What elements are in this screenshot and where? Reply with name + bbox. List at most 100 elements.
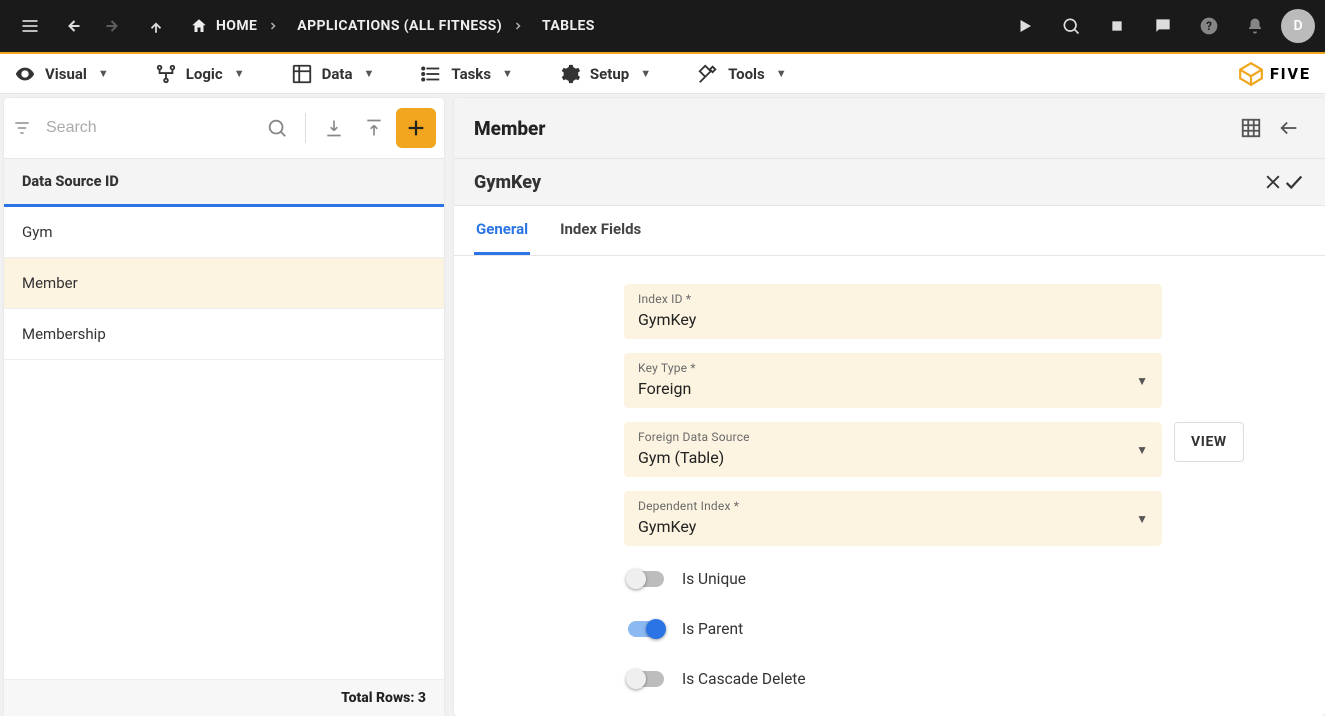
list-item-label: Membership bbox=[22, 325, 106, 343]
menu-visual-label: Visual bbox=[45, 65, 87, 83]
breadcrumb-sep-icon bbox=[267, 20, 287, 32]
menu-data-label: Data bbox=[322, 65, 353, 83]
confirm-check-icon[interactable] bbox=[1283, 171, 1305, 193]
brand-label: FIVE bbox=[1270, 64, 1311, 83]
avatar[interactable]: D bbox=[1281, 9, 1315, 43]
menu-visual[interactable]: Visual ▼ bbox=[14, 63, 109, 85]
foreign-data-source-field[interactable]: Foreign Data Source Gym (Table) ▼ bbox=[624, 422, 1162, 477]
topbar: HOME APPLICATIONS (ALL FITNESS) TABLES ? bbox=[0, 0, 1325, 54]
workzone: Data Source ID Gym Member Membership Tot… bbox=[0, 94, 1325, 716]
divider bbox=[305, 113, 306, 143]
breadcrumb-app[interactable]: APPLICATIONS (ALL FITNESS) bbox=[291, 18, 508, 34]
right-pane: Member GymKey General Index Fie bbox=[454, 98, 1325, 716]
menu-setup[interactable]: Setup ▼ bbox=[559, 63, 651, 85]
key-type-field[interactable]: Key Type * Foreign ▼ bbox=[624, 353, 1162, 408]
menu-setup-label: Setup bbox=[590, 65, 629, 83]
avatar-initial: D bbox=[1293, 18, 1302, 34]
list-header: Data Source ID bbox=[4, 158, 444, 207]
tabs: General Index Fields bbox=[454, 206, 1325, 256]
topbar-right: ? D bbox=[1005, 6, 1315, 46]
search-input[interactable] bbox=[44, 113, 255, 143]
is-parent-row: Is Parent bbox=[626, 610, 1305, 648]
chevron-down-icon: ▼ bbox=[1136, 374, 1148, 388]
stop-icon[interactable] bbox=[1097, 6, 1137, 46]
is-unique-label: Is Unique bbox=[682, 570, 746, 588]
filter-icon[interactable] bbox=[12, 118, 40, 138]
menu-logic[interactable]: Logic ▼ bbox=[155, 63, 245, 85]
list-item[interactable]: Gym bbox=[4, 207, 444, 258]
menu-data[interactable]: Data ▼ bbox=[291, 63, 375, 85]
view-button-label: VIEW bbox=[1191, 434, 1227, 450]
tab-general[interactable]: General bbox=[474, 206, 530, 255]
list-footer: Total Rows: 3 bbox=[4, 679, 444, 716]
field-value: GymKey bbox=[638, 306, 1148, 329]
chevron-down-icon: ▼ bbox=[98, 67, 109, 80]
breadcrumb-sep-icon bbox=[512, 20, 532, 32]
back-icon[interactable] bbox=[52, 6, 92, 46]
up-icon[interactable] bbox=[136, 6, 176, 46]
breadcrumb-home[interactable]: HOME bbox=[184, 17, 263, 35]
is-cascade-toggle[interactable] bbox=[628, 671, 664, 687]
page-subtitle: GymKey bbox=[474, 172, 541, 193]
chevron-down-icon: ▼ bbox=[1136, 443, 1148, 457]
tab-index-fields[interactable]: Index Fields bbox=[558, 206, 643, 255]
breadcrumb-home-label: HOME bbox=[216, 18, 257, 34]
breadcrumb-section-label: TABLES bbox=[542, 18, 595, 34]
grid-view-icon[interactable] bbox=[1235, 112, 1267, 144]
menu-tools-label: Tools bbox=[728, 65, 765, 83]
field-value: GymKey bbox=[638, 513, 1148, 536]
list-item-label: Member bbox=[22, 274, 78, 292]
back-arrow-icon[interactable] bbox=[1273, 112, 1305, 144]
list-item[interactable]: Membership bbox=[4, 309, 444, 360]
field-value: Gym (Table) bbox=[638, 444, 1148, 467]
search-magnify-icon[interactable] bbox=[1051, 6, 1091, 46]
field-value: Foreign bbox=[638, 375, 1148, 398]
left-pane: Data Source ID Gym Member Membership Tot… bbox=[4, 98, 444, 716]
chat-icon[interactable] bbox=[1143, 6, 1183, 46]
tab-index-fields-label: Index Fields bbox=[560, 220, 641, 238]
is-cascade-row: Is Cascade Delete bbox=[626, 660, 1305, 698]
field-label: Dependent Index * bbox=[638, 499, 1148, 513]
chevron-down-icon: ▼ bbox=[363, 67, 374, 80]
right-pane-header: Member bbox=[454, 98, 1325, 159]
is-unique-toggle[interactable] bbox=[628, 571, 664, 587]
brand-logo: FIVE bbox=[1238, 61, 1311, 87]
field-label: Index ID * bbox=[638, 292, 1148, 306]
chevron-down-icon: ▼ bbox=[234, 67, 245, 80]
tab-general-label: General bbox=[476, 220, 528, 238]
view-button[interactable]: VIEW bbox=[1174, 422, 1244, 462]
left-pane-toolbar bbox=[4, 98, 444, 158]
form-area: Index ID * GymKey Key Type * Foreign ▼ F… bbox=[454, 256, 1325, 716]
breadcrumb: HOME APPLICATIONS (ALL FITNESS) TABLES bbox=[184, 17, 601, 35]
is-unique-row: Is Unique bbox=[626, 560, 1305, 598]
breadcrumb-app-label: APPLICATIONS (ALL FITNESS) bbox=[297, 18, 502, 34]
subbar: Visual ▼ Logic ▼ Data ▼ Tasks ▼ Setup ▼ … bbox=[0, 54, 1325, 94]
field-label: Key Type * bbox=[638, 361, 1148, 375]
menu-icon[interactable] bbox=[10, 6, 50, 46]
add-button[interactable] bbox=[396, 108, 436, 148]
help-icon[interactable]: ? bbox=[1189, 6, 1229, 46]
right-pane-subheader: GymKey bbox=[454, 159, 1325, 206]
bell-icon[interactable] bbox=[1235, 6, 1275, 46]
breadcrumb-section[interactable]: TABLES bbox=[536, 18, 601, 34]
close-icon[interactable] bbox=[1263, 172, 1283, 192]
search-icon[interactable] bbox=[259, 110, 295, 146]
chevron-down-icon: ▼ bbox=[1136, 512, 1148, 526]
menu-logic-label: Logic bbox=[186, 65, 223, 83]
chevron-down-icon: ▼ bbox=[502, 67, 513, 80]
total-rows-label: Total Rows: 3 bbox=[341, 690, 426, 706]
menu-tools[interactable]: Tools ▼ bbox=[697, 63, 787, 85]
menu-tasks-label: Tasks bbox=[451, 65, 491, 83]
list-item[interactable]: Member bbox=[4, 258, 444, 309]
is-parent-toggle[interactable] bbox=[628, 621, 664, 637]
menu-tasks[interactable]: Tasks ▼ bbox=[420, 63, 513, 85]
chevron-down-icon: ▼ bbox=[640, 67, 651, 80]
is-parent-label: Is Parent bbox=[682, 620, 743, 638]
upload-icon[interactable] bbox=[356, 110, 392, 146]
is-cascade-label: Is Cascade Delete bbox=[682, 670, 806, 688]
download-icon[interactable] bbox=[316, 110, 352, 146]
play-icon[interactable] bbox=[1005, 6, 1045, 46]
index-id-field[interactable]: Index ID * GymKey bbox=[624, 284, 1162, 339]
data-source-list: Gym Member Membership bbox=[4, 207, 444, 679]
dependent-index-field[interactable]: Dependent Index * GymKey ▼ bbox=[624, 491, 1162, 546]
